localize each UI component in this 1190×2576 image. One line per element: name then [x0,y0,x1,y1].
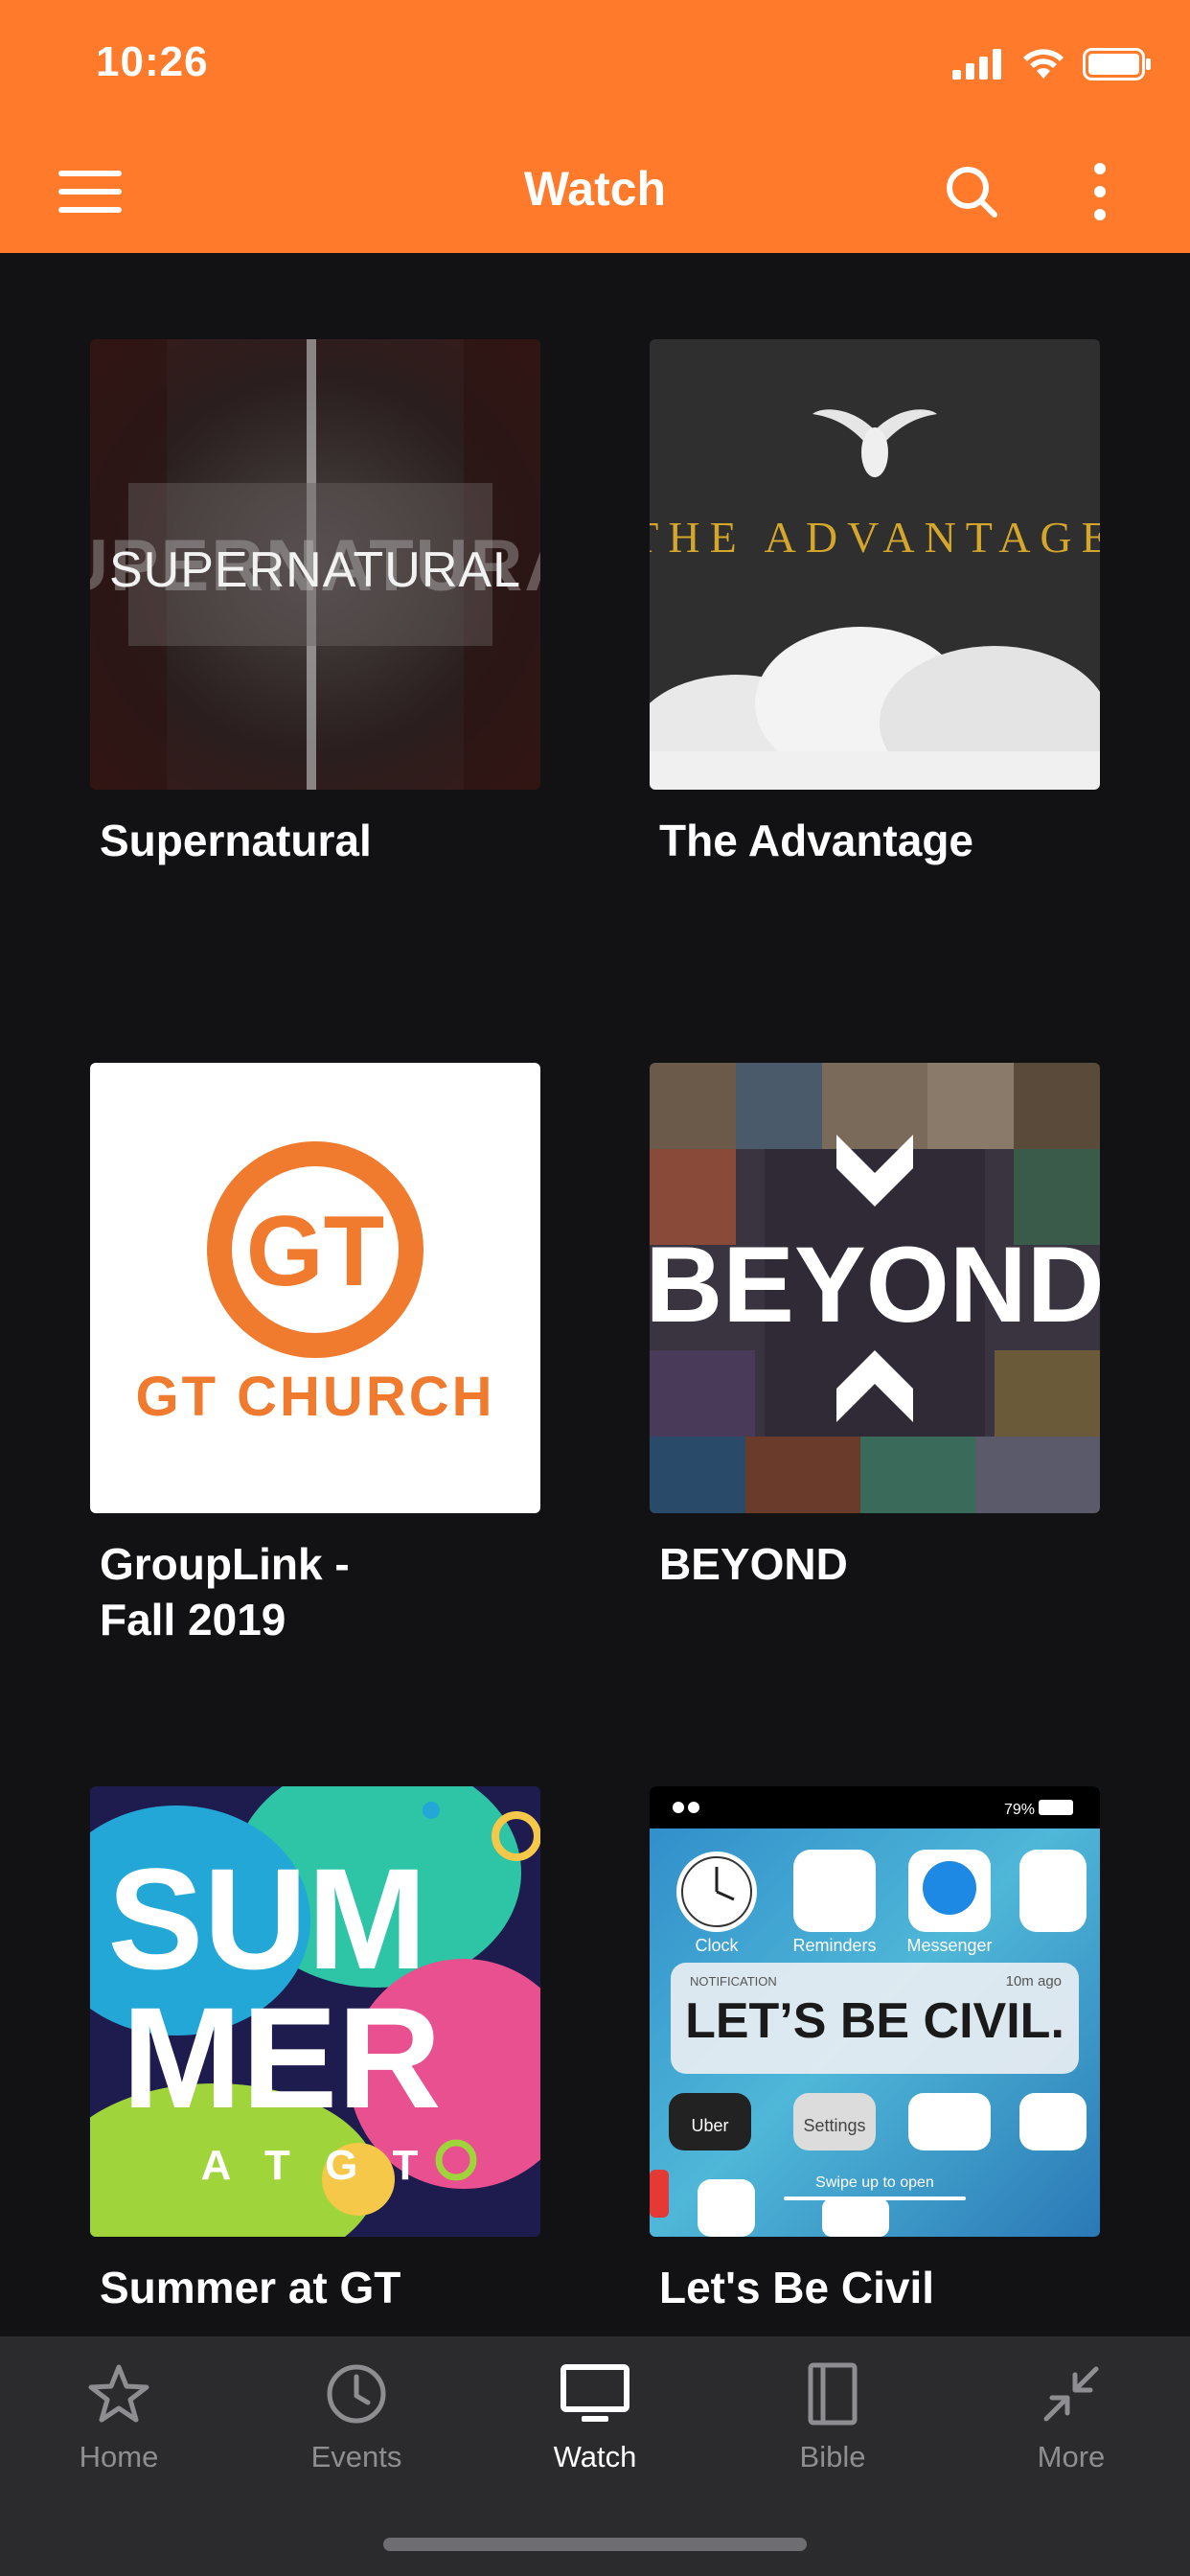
artwork-app-label-settings: Settings [803,2116,865,2135]
series-artwork: THE ADVANTAGE [650,339,1100,790]
series-card-beyond[interactable]: BEYOND BEYOND [650,1063,1100,1592]
search-button[interactable] [933,153,1010,230]
tab-label: More [1037,2440,1106,2473]
artwork-title: BEYOND [650,1225,1100,1345]
artwork-title: GT CHURCH [136,1366,495,1428]
tab-watch[interactable]: Watch [476,2359,714,2503]
tab-label: Watch [553,2440,637,2473]
series-title: Let's Be Civil [659,2263,935,2312]
series-artwork: SUPERNATURAL SUPERNATURAL [90,339,540,790]
series-card-grouplink-fall-2019[interactable]: GT GT CHURCH GroupLink - Fall 2019 [90,1063,540,1647]
tab-label: Events [310,2440,402,2473]
collapse-arrows-icon [1037,2359,1106,2428]
artwork-title: LET’S BE CIVIL. [685,1993,1064,2049]
tab-label: Home [79,2440,159,2473]
wifi-icon [1023,49,1064,79]
artwork-subtitle: A T G T [201,2142,430,2189]
page-title: Watch [523,162,667,216]
series-artwork: BEYOND [650,1063,1100,1513]
series-artwork: GT GT CHURCH [90,1063,540,1513]
series-artwork: 79% Clock Reminders Messenger NOTIFICATI… [650,1786,1100,2237]
series-title: The Advantage [659,816,974,865]
series-artwork: SUM MER A T G T [90,1786,540,2237]
artwork-notification-label: NOTIFICATION [690,1974,777,1989]
series-grid: SUPERNATURAL SUPERNATURAL Supernatural T… [0,253,1190,2336]
series-card-summer-at-gt[interactable]: SUM MER A T G T Summer at GT [90,1786,540,2315]
series-card-the-advantage[interactable]: THE ADVANTAGE The Advantage [650,339,1100,868]
status-icons [952,48,1152,80]
artwork-app-label-clock: Clock [695,1936,739,1955]
tab-home[interactable]: Home [0,2359,238,2503]
tab-bible[interactable]: Bible [714,2359,951,2503]
artwork-app-label-reminders: Reminders [792,1936,876,1955]
artwork-title: THE ADVANTAGE [650,513,1100,562]
artwork-notification-time: 10m ago [1006,1973,1062,1990]
artwork-swipe-hint: Swipe up to open [815,2174,934,2191]
home-indicator[interactable] [383,2538,807,2551]
artwork-title: SUPERNATURAL [109,542,521,598]
clock-icon [322,2359,391,2428]
artwork-app-label-messenger: Messenger [906,1936,992,1955]
app-header: 10:26 Watch [0,0,1190,253]
tab-label: Bible [799,2440,866,2473]
vertical-dots-icon [1094,163,1106,220]
watch-screen: 10:26 Watch PERNATUR SUPERNATURAL Supern… [0,0,1190,2576]
series-title: BEYOND [659,1539,848,1589]
series-title: GroupLink - Fall 2019 [100,1539,350,1644]
more-options-button[interactable] [1062,153,1138,230]
tab-events[interactable]: Events [238,2359,475,2503]
status-time: 10:26 [96,38,209,85]
star-icon [84,2359,153,2428]
battery-icon [1083,48,1151,80]
tab-more[interactable]: More [952,2359,1190,2503]
artwork-title: SUM [107,1838,426,1999]
artwork-title-line-2: MER [122,1977,441,2138]
signal-icon [952,49,1001,80]
artwork-battery: 79% [1004,1802,1035,1818]
book-icon [798,2359,867,2428]
series-title: Supernatural [100,816,372,865]
series-title: Summer at GT [100,2263,401,2312]
tv-icon [561,2359,629,2428]
search-icon [947,167,997,218]
series-card-supernatural[interactable]: SUPERNATURAL SUPERNATURAL Supernatural [90,339,540,868]
gt-logo-mark: GT [246,1196,384,1307]
series-card-lets-be-civil[interactable]: 79% Clock Reminders Messenger NOTIFICATI… [650,1786,1100,2315]
artwork-app-label-uber: Uber [691,2116,728,2135]
